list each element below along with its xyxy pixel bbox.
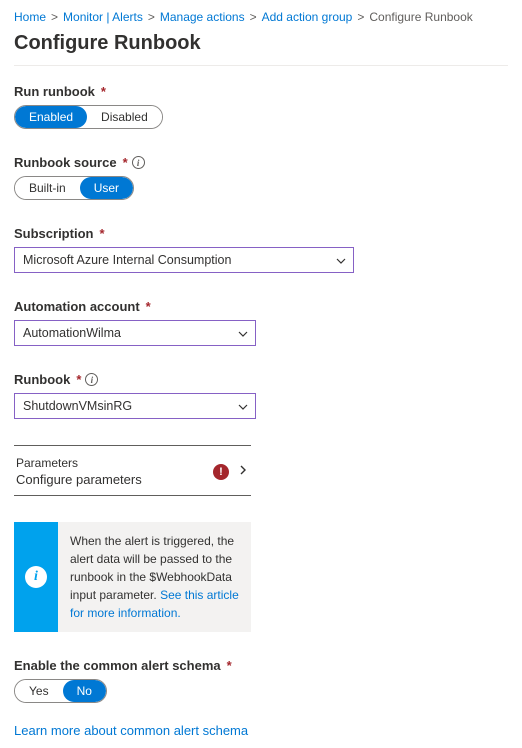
runbook-label: Runbook * i — [14, 372, 508, 387]
parameters-label: Parameters — [16, 456, 142, 470]
runbook-source-toggle[interactable]: Built-in User — [14, 176, 134, 200]
subscription-value: Microsoft Azure Internal Consumption — [23, 253, 231, 267]
breadcrumb-manage-actions[interactable]: Manage actions — [160, 10, 245, 24]
required-indicator: * — [123, 155, 128, 170]
label-text: Subscription — [14, 226, 93, 241]
runbook-value: ShutdownVMsinRG — [23, 399, 132, 413]
subscription-label: Subscription * — [14, 226, 508, 241]
chevron-down-icon — [237, 401, 247, 411]
page-title: Configure Runbook — [14, 32, 508, 55]
label-text: Runbook source — [14, 155, 117, 170]
breadcrumb-home[interactable]: Home — [14, 10, 46, 24]
breadcrumb: Home > Monitor | Alerts > Manage actions… — [14, 10, 508, 24]
chevron-down-icon — [237, 328, 247, 338]
field-automation-account: Automation account * AutomationWilma — [14, 299, 508, 346]
automation-account-value: AutomationWilma — [23, 326, 121, 340]
field-subscription: Subscription * Microsoft Azure Internal … — [14, 226, 508, 273]
parameters-sublabel: Configure parameters — [16, 472, 142, 487]
chevron-right-icon: > — [357, 10, 364, 24]
toggle-user[interactable]: User — [80, 177, 133, 199]
toggle-disabled[interactable]: Disabled — [87, 106, 162, 128]
subscription-select[interactable]: Microsoft Azure Internal Consumption — [14, 247, 354, 273]
error-icon: ! — [213, 464, 229, 480]
field-run-runbook: Run runbook * Enabled Disabled — [14, 84, 508, 129]
required-indicator: * — [146, 299, 151, 314]
field-runbook-source: Runbook source * i Built-in User — [14, 155, 508, 200]
toggle-yes[interactable]: Yes — [15, 680, 63, 702]
run-runbook-label: Run runbook * — [14, 84, 508, 99]
breadcrumb-add-action-group[interactable]: Add action group — [262, 10, 353, 24]
common-schema-label: Enable the common alert schema * — [14, 658, 508, 673]
learn-more-link[interactable]: Learn more about common alert schema — [14, 723, 248, 738]
chevron-right-icon: > — [148, 10, 155, 24]
chevron-down-icon — [335, 255, 345, 265]
info-banner-text: When the alert is triggered, the alert d… — [58, 522, 251, 632]
required-indicator: * — [76, 372, 81, 387]
runbook-select[interactable]: ShutdownVMsinRG — [14, 393, 256, 419]
chevron-right-icon: > — [250, 10, 257, 24]
field-runbook: Runbook * i ShutdownVMsinRG — [14, 372, 508, 419]
info-banner: i When the alert is triggered, the alert… — [14, 522, 251, 632]
info-banner-icon-area: i — [14, 522, 58, 632]
toggle-builtin[interactable]: Built-in — [15, 177, 80, 199]
info-icon[interactable]: i — [132, 156, 145, 169]
automation-account-label: Automation account * — [14, 299, 508, 314]
info-icon[interactable]: i — [85, 373, 98, 386]
common-schema-toggle[interactable]: Yes No — [14, 679, 107, 703]
chevron-right-icon: > — [51, 10, 58, 24]
divider — [14, 65, 508, 66]
required-indicator: * — [99, 226, 104, 241]
label-text: Automation account — [14, 299, 140, 314]
divider — [14, 445, 251, 446]
breadcrumb-monitor-alerts[interactable]: Monitor | Alerts — [63, 10, 143, 24]
toggle-enabled[interactable]: Enabled — [15, 106, 87, 128]
required-indicator: * — [101, 84, 106, 99]
runbook-source-label: Runbook source * i — [14, 155, 508, 170]
run-runbook-toggle[interactable]: Enabled Disabled — [14, 105, 163, 129]
label-text: Run runbook — [14, 84, 95, 99]
field-common-schema: Enable the common alert schema * Yes No — [14, 658, 508, 703]
parameters-section[interactable]: Parameters Configure parameters ! — [14, 450, 251, 496]
required-indicator: * — [227, 658, 232, 673]
automation-account-select[interactable]: AutomationWilma — [14, 320, 256, 346]
chevron-right-icon — [237, 464, 249, 479]
toggle-no[interactable]: No — [63, 680, 106, 702]
label-text: Runbook — [14, 372, 70, 387]
info-icon: i — [25, 566, 47, 588]
label-text: Enable the common alert schema — [14, 658, 221, 673]
breadcrumb-current: Configure Runbook — [369, 10, 472, 24]
